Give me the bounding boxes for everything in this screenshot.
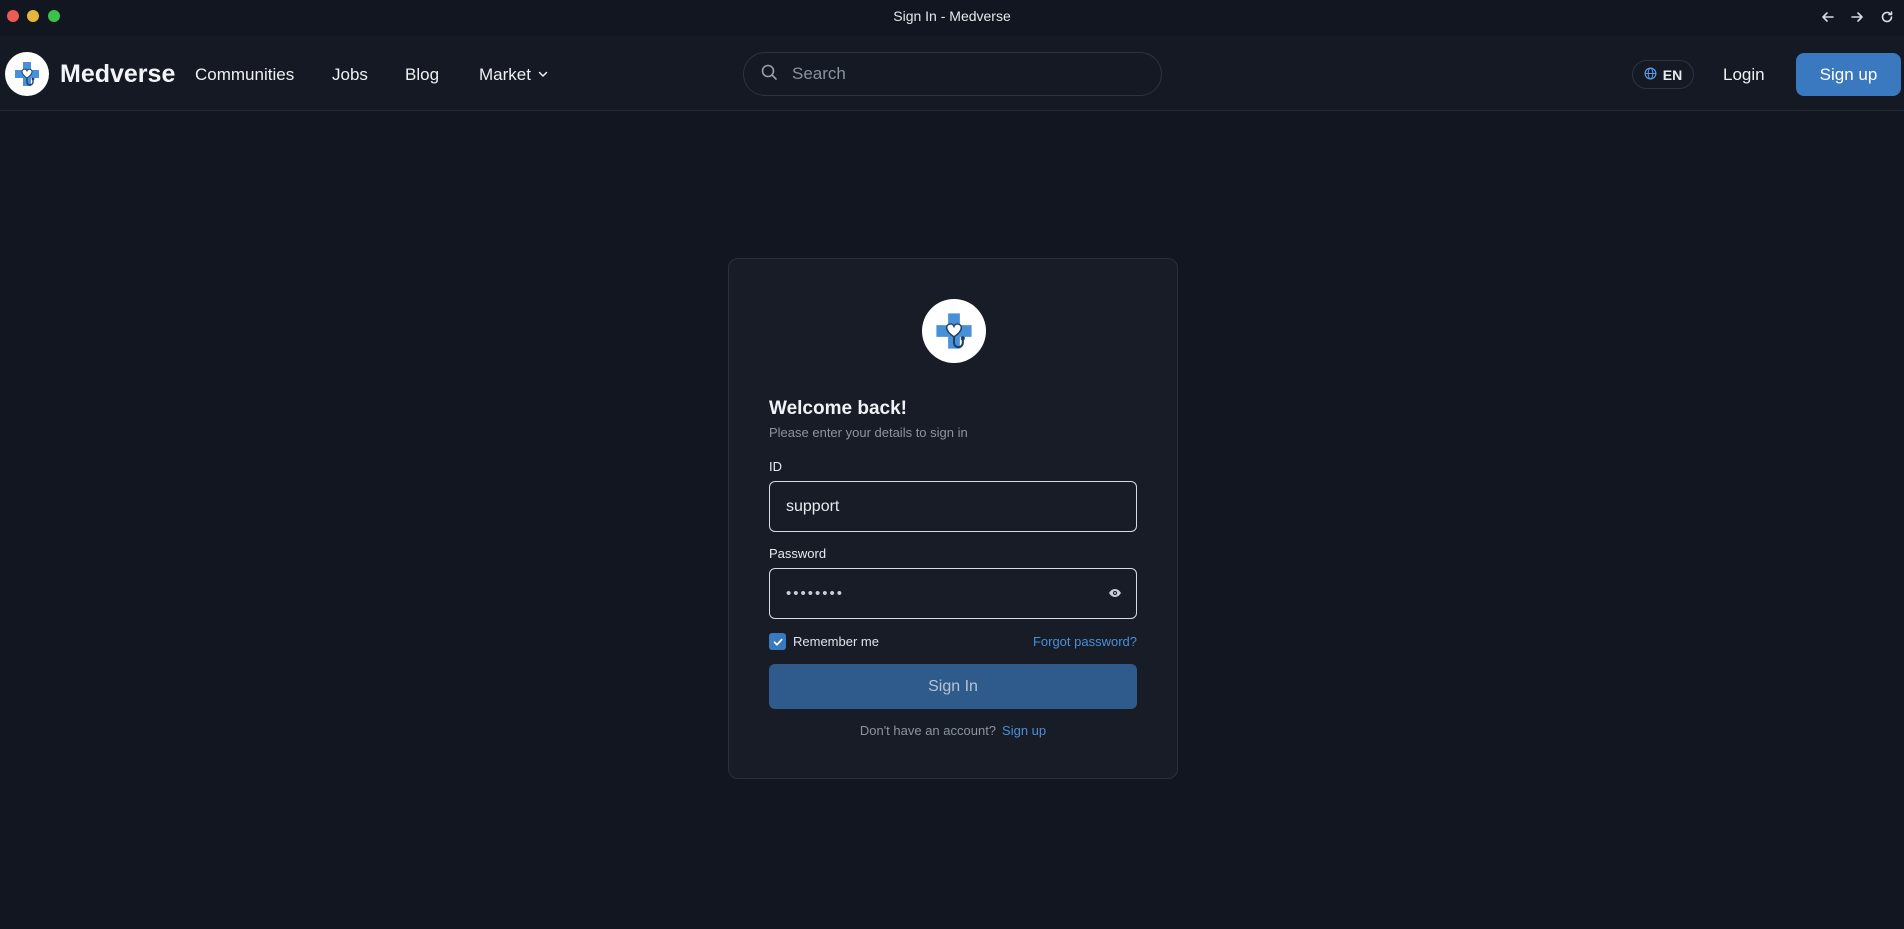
language-label: EN — [1662, 66, 1683, 83]
search-placeholder: Search — [792, 64, 846, 83]
reload-icon[interactable] — [1876, 6, 1898, 28]
brand-name[interactable]: Medverse — [60, 60, 175, 89]
site-header: Medverse Communities Jobs Blog Market Se… — [0, 36, 1904, 111]
nav-blog[interactable]: Blog — [405, 65, 439, 85]
id-field[interactable]: support — [769, 481, 1137, 532]
password-value: •••••••• — [786, 585, 845, 602]
signin-card: Welcome back! Please enter your details … — [728, 258, 1178, 779]
login-link[interactable]: Login — [1723, 65, 1765, 85]
card-signup-link[interactable]: Sign up — [1002, 723, 1046, 738]
arrow-right-icon[interactable] — [1846, 6, 1868, 28]
eye-icon[interactable] — [1108, 586, 1122, 605]
arrow-left-icon[interactable] — [1817, 6, 1839, 28]
remember-me-label: Remember me — [793, 634, 879, 649]
medverse-logo-icon[interactable] — [5, 52, 49, 96]
password-label: Password — [769, 546, 827, 561]
window-title: Sign In - Medverse — [893, 8, 1011, 24]
nav-communities[interactable]: Communities — [195, 65, 294, 85]
password-field[interactable]: •••••••• — [769, 568, 1137, 619]
search-icon — [760, 63, 778, 86]
remember-me-checkbox[interactable] — [769, 633, 786, 650]
medverse-logo-icon — [922, 299, 986, 363]
window-titlebar: Sign In - Medverse — [0, 0, 1904, 36]
forgot-password-link[interactable]: Forgot password? — [1033, 634, 1137, 649]
id-label: ID — [769, 459, 782, 474]
signup-prompt: Don't have an account? Sign up — [729, 723, 1177, 738]
remember-me[interactable]: Remember me — [769, 633, 879, 650]
search-input[interactable]: Search — [743, 52, 1162, 96]
signin-button[interactable]: Sign In — [769, 664, 1137, 709]
nav-jobs[interactable]: Jobs — [332, 65, 368, 85]
nav-market-dropdown[interactable]: Market — [479, 65, 549, 85]
no-account-text: Don't have an account? — [859, 723, 997, 738]
globe-icon — [1644, 67, 1657, 83]
language-selector[interactable]: EN — [1632, 60, 1694, 89]
nav-market-label: Market — [479, 65, 531, 84]
card-title: Welcome back! — [769, 398, 907, 419]
signup-button[interactable]: Sign up — [1796, 53, 1901, 96]
id-value: support — [786, 497, 840, 515]
checkmark-icon — [773, 638, 782, 646]
card-subtitle: Please enter your details to sign in — [769, 425, 968, 440]
chevron-down-icon — [537, 65, 549, 85]
